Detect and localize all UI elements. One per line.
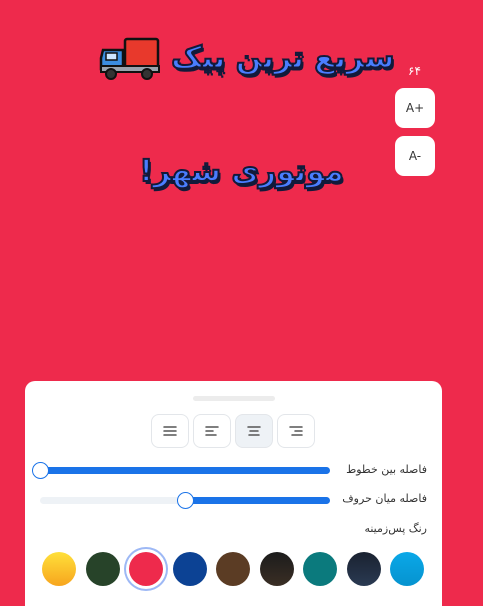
font-size-increase-button[interactable]: A+ xyxy=(395,88,435,128)
align-right-button[interactable] xyxy=(277,414,315,448)
letter-spacing-label: فاصله میان حروف xyxy=(342,492,427,505)
letter-spacing-slider[interactable] xyxy=(40,492,330,509)
letter-spacing-fill xyxy=(185,497,330,504)
letter-spacing-thumb[interactable] xyxy=(177,492,194,509)
truck-icon xyxy=(99,37,160,80)
align-center-button[interactable] xyxy=(235,414,273,448)
style-panel: فاصله بین خطوط فاصله میان حروف رنگ پس‌زم… xyxy=(25,381,442,606)
align-justify-button[interactable] xyxy=(151,414,189,448)
color-swatch[interactable] xyxy=(216,552,250,586)
color-swatch[interactable] xyxy=(390,552,424,586)
line-spacing-slider[interactable] xyxy=(32,462,330,479)
align-left-icon xyxy=(205,426,219,436)
headline-line-1-text: سریع ترین پیک xyxy=(170,40,395,77)
align-left-button[interactable] xyxy=(193,414,231,448)
color-swatch[interactable] xyxy=(260,552,294,586)
color-swatch[interactable] xyxy=(42,552,76,586)
align-justify-icon xyxy=(163,426,177,436)
color-swatch[interactable] xyxy=(173,552,207,586)
font-size-decrease-button[interactable]: A- xyxy=(395,136,435,176)
color-swatch[interactable] xyxy=(86,552,120,586)
line-spacing-label: فاصله بین خطوط xyxy=(346,463,427,476)
line-spacing-fill xyxy=(40,467,330,474)
align-right-icon xyxy=(289,426,303,436)
color-swatch[interactable] xyxy=(347,552,381,586)
font-size-value: ۶۴ xyxy=(408,64,421,78)
color-swatch[interactable] xyxy=(129,552,163,586)
line-spacing-thumb[interactable] xyxy=(32,462,49,479)
color-swatch[interactable] xyxy=(303,552,337,586)
bg-color-label: رنگ پس‌زمینه xyxy=(364,522,427,535)
align-center-icon xyxy=(247,426,261,436)
drag-handle[interactable] xyxy=(193,396,275,401)
